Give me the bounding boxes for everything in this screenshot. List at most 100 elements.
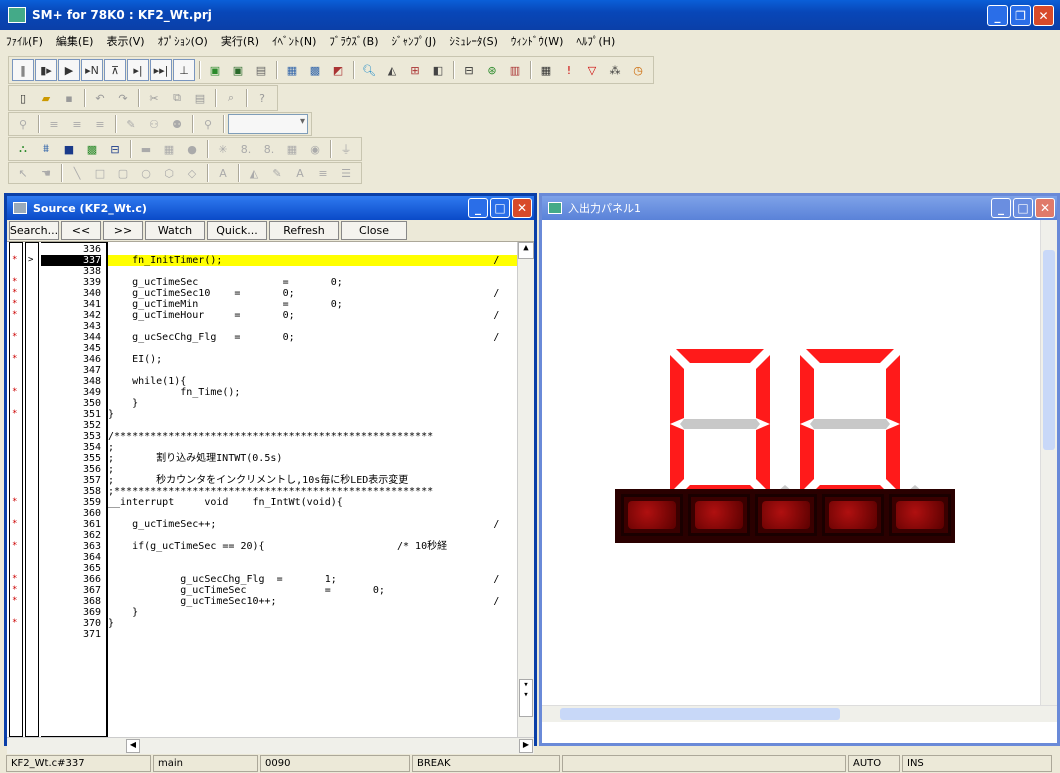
reset-icon[interactable]: ⊥ [173,59,195,81]
source-window-icon[interactable]: ▣ [204,59,226,81]
help-icon[interactable]: ? [251,87,273,109]
line-icon[interactable]: ╲ [66,162,88,184]
code-line[interactable] [108,563,517,574]
hand-icon[interactable]: ☚ [35,162,57,184]
led-indicator[interactable] [621,494,683,536]
text-icon[interactable]: A [212,162,234,184]
close-button[interactable]: Close [341,221,407,240]
display-icon[interactable]: ■ [58,138,80,160]
cut-icon[interactable]: ✂ [143,87,165,109]
source-vertical-scrollbar[interactable]: ▲ ▾ ▾ [517,242,534,737]
breakpoint-mark-icon[interactable]: * [12,332,17,342]
io-minimize-button[interactable]: _ [991,198,1011,218]
code-line[interactable] [108,266,517,277]
open-file-icon[interactable]: ▰ [35,87,57,109]
timing-chart-icon[interactable]: ▥ [504,59,526,81]
io-panel-window[interactable]: 入出力パネル1 _ □ ✕ [539,193,1060,746]
save-icon[interactable]: ▪ [58,87,80,109]
paste-icon[interactable]: ▤ [189,87,211,109]
code-line[interactable]: if(g_ucTimeSec == 20){ /* 10秒経 [108,541,517,552]
code-line[interactable] [108,343,517,354]
scroll-right-icon[interactable]: ▶ [519,739,533,753]
pull-icon[interactable]: ⏚ [335,138,357,160]
io-scroll-thumb[interactable] [1043,250,1055,450]
breakpoint-mark-icon[interactable]: * [12,387,17,397]
code-line[interactable]: } [108,398,517,409]
menu-item-4[interactable]: 実行(R) [221,33,259,49]
code-line[interactable] [108,365,517,376]
code-line[interactable]: g_ucSecChg_Flg = 0; / [108,332,517,343]
code-line[interactable]: } [108,409,517,420]
app-titlebar[interactable]: SM+ for 78K0 : KF2_Wt.prj _ ❐ ✕ [0,0,1060,30]
skip-icon[interactable]: ▸▸| [150,59,172,81]
back-button[interactable]: << [61,221,101,240]
io-horizontal-scrollbar[interactable] [542,705,1057,722]
font-color-icon[interactable]: A [289,162,311,184]
code-line[interactable] [108,552,517,563]
close-button[interactable]: ✕ [1033,5,1054,26]
restart-icon[interactable]: ▮▸ [35,59,57,81]
menu-item-5[interactable]: ｲﾍﾞﾝﾄ(N) [272,33,316,49]
undo-icon[interactable]: ↶ [89,87,111,109]
code-line[interactable]: ; 秒カウンタをインクリメントし,10s毎に秒LED表示変更 [108,475,517,486]
menu-item-0[interactable]: ﾌｧｲﾙ(F) [6,33,43,49]
breakpoint-mark-icon[interactable]: * [12,541,17,551]
signal-data-icon[interactable]: ⊟ [458,59,480,81]
code-line[interactable] [108,629,517,640]
local-variable-icon[interactable]: ◩ [327,59,349,81]
code-line[interactable]: EI(); [108,354,517,365]
minimize-button[interactable]: _ [987,5,1008,26]
refresh-button[interactable]: Refresh [269,221,339,240]
breakpoint-mark-icon[interactable]: * [12,618,17,628]
breakpoint-mark-icon[interactable]: * [12,585,17,595]
breakpoint-mark-icon[interactable]: * [12,288,17,298]
source-code-view[interactable]: fn_InitTimer(); / g_ucTimeSec = 0; g_ucT… [7,242,534,737]
stop-icon[interactable]: ‖ [12,59,34,81]
quick-watch-button[interactable]: Quick... [207,221,267,240]
code-line[interactable]: ; 割り込み処理INTWT(0.5s) [108,453,517,464]
code-line[interactable] [108,321,517,332]
breakpoint-mark-icon[interactable]: * [12,409,17,419]
seg7-icon[interactable]: 8. [235,138,257,160]
source-close-button[interactable]: ✕ [512,198,532,218]
led-icon[interactable]: ✳ [212,138,234,160]
line-style-icon[interactable]: ≡ [312,162,334,184]
over-icon[interactable]: ▸| [127,59,149,81]
led-indicator[interactable] [822,494,884,536]
code-line[interactable] [108,244,517,255]
code-area[interactable]: fn_InitTimer(); / g_ucTimeSec = 0; g_ucT… [107,242,517,737]
fill-color-icon[interactable]: ◭ [243,162,265,184]
forward-button[interactable]: >> [103,221,143,240]
menu-item-9[interactable]: ｳｨﾝﾄﾞｳ(W) [511,33,563,49]
code-line[interactable] [108,530,517,541]
redo-icon[interactable]: ↷ [112,87,134,109]
rectangle-icon[interactable]: □ [89,162,111,184]
scroll-up-icon[interactable]: ▲ [518,242,534,259]
pin-icon[interactable]: ⚲ [12,113,34,135]
memory-window-icon[interactable]: ▤ [250,59,272,81]
keypad-icon[interactable]: ▦ [158,138,180,160]
breakpoint-mark-icon[interactable]: * [12,574,17,584]
rounded-rect-icon[interactable]: ▢ [112,162,134,184]
circuit-icon[interactable]: ⛬ [12,138,34,160]
code-line[interactable]: __interrupt void fn_IntWt(void){ [108,497,517,508]
find-icon[interactable]: ⌕ [220,87,242,109]
part-select-combo[interactable] [228,114,308,134]
menu-item-7[interactable]: ｼﾞｬﾝﾌﾟ(J) [392,33,437,49]
seg14-icon[interactable]: 8. [258,138,280,160]
bar-icon[interactable]: ▬ [135,138,157,160]
code-line[interactable]: g_ucTimeSec++; / [108,519,517,530]
code-line[interactable]: g_ucTimeHour = 0; / [108,310,517,321]
watch-button[interactable]: Watch [145,221,205,240]
code-line[interactable]: } [108,607,517,618]
polygon-icon[interactable]: ⬡ [158,162,180,184]
ungroup-icon[interactable]: ⚉ [166,113,188,135]
code-line[interactable]: ; [108,464,517,475]
restore-button[interactable]: ❐ [1010,5,1031,26]
menu-item-3[interactable]: ｵﾌﾟｼｮﾝ(O) [158,33,208,49]
code-line[interactable]: } [108,618,517,629]
menu-item-6[interactable]: ﾌﾞﾗｳｽﾞ(B) [329,33,378,49]
source-window-titlebar[interactable]: Source (KF2_Wt.c) _ □ ✕ [7,196,534,220]
assemble-window-icon[interactable]: ▣ [227,59,249,81]
copy-icon[interactable]: ⧉ [166,87,188,109]
